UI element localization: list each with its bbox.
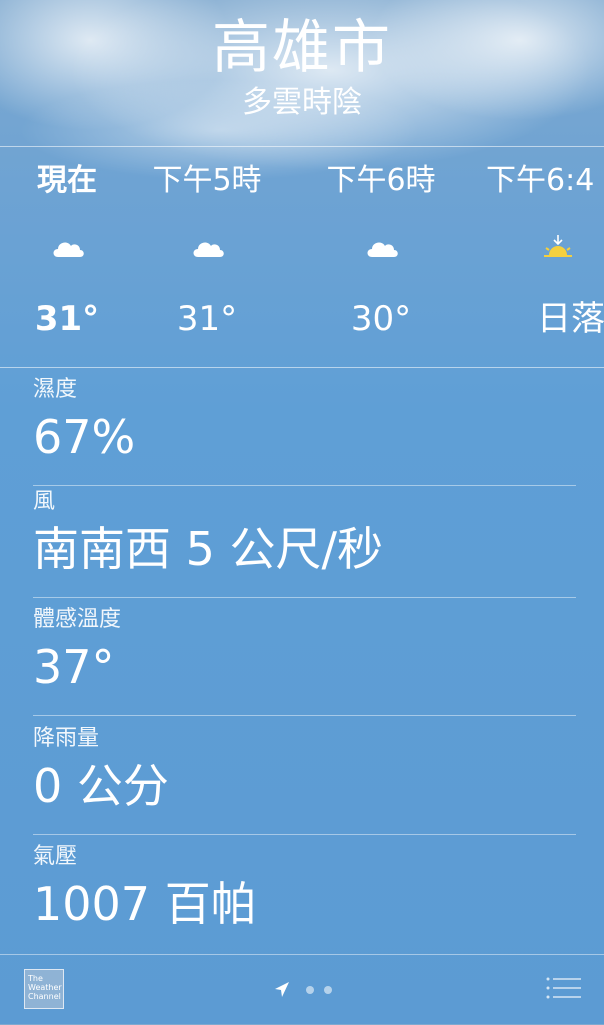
detail-row-pressure: 氣壓 1007 百帕: [33, 835, 576, 953]
bottom-bar: The Weather Channel: [0, 954, 604, 1025]
hour-time: 下午6時: [326, 163, 436, 198]
cloud-icon: [53, 242, 84, 257]
hour-item: 下午6時 30°: [296, 147, 466, 367]
hour-item: 下午6:4 日落: [472, 147, 604, 367]
detail-value: 37°: [33, 640, 115, 694]
city-name: 高雄市: [211, 13, 392, 81]
hour-temp: 30°: [350, 299, 412, 339]
detail-value: 1007 百帕: [33, 877, 257, 931]
hour-time: 下午6:4: [486, 163, 595, 198]
hour-temp: 31°: [176, 299, 238, 339]
detail-value: 67%: [33, 410, 136, 464]
hour-time: 下午5時: [152, 163, 262, 198]
detail-row-precipitation: 降雨量 0 公分: [33, 717, 576, 835]
detail-value: 0 公分: [33, 759, 169, 813]
logo-text: The Weather Channel: [28, 974, 62, 1001]
detail-row-wind: 風 南南西 5 公尺/秒: [33, 480, 576, 598]
hourly-forecast[interactable]: 現在 31° 下午5時 31° 下午6時 30° 下午6:4 日落: [0, 147, 604, 367]
cloud-icon: [193, 242, 224, 257]
detail-label: 濕度: [33, 377, 78, 402]
detail-row-humidity: 濕度 67%: [33, 368, 576, 486]
divider: [33, 715, 576, 716]
detail-value: 南南西 5 公尺/秒: [33, 522, 384, 576]
detail-label: 降雨量: [33, 726, 100, 751]
weather-condition: 多雲時陰: [242, 85, 362, 120]
weather-channel-logo[interactable]: The Weather Channel: [24, 969, 64, 1009]
page-dot: [324, 986, 332, 994]
page-indicator[interactable]: [274, 979, 344, 1001]
detail-label: 氣壓: [33, 844, 78, 869]
hour-temp: 日落: [537, 299, 604, 339]
location-arrow-icon: [275, 982, 289, 997]
header: 高雄市 多雲時陰: [0, 0, 604, 146]
detail-label: 體感溫度: [33, 607, 122, 632]
cloud-icon: [367, 242, 398, 257]
hour-item: 下午5時 31°: [122, 147, 292, 367]
detail-row-feels-like: 體感溫度 37°: [33, 598, 576, 716]
page-dot: [306, 986, 314, 994]
list-icon[interactable]: [545, 975, 581, 1001]
detail-label: 風: [33, 489, 56, 514]
sunset-icon: [544, 235, 572, 257]
